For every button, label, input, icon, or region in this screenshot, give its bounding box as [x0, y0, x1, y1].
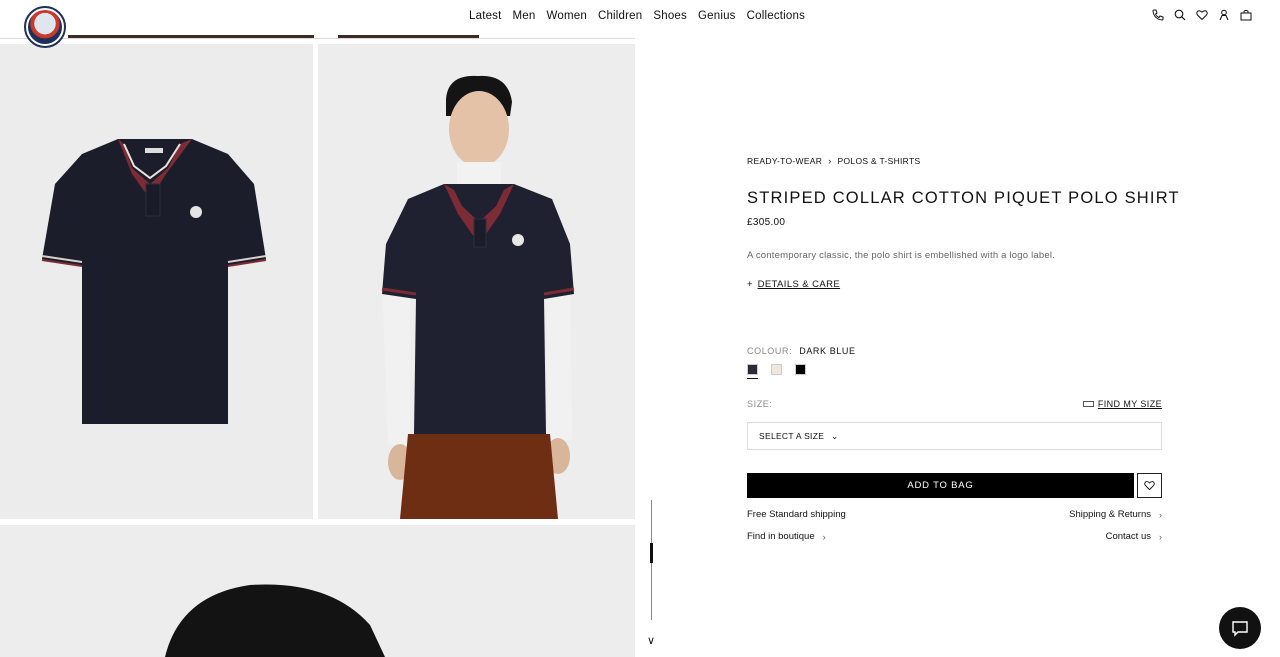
heart-icon[interactable]	[1196, 9, 1208, 21]
gallery-thumbstrip	[0, 33, 635, 39]
nav-women[interactable]: Women	[547, 10, 587, 22]
shipping-returns-label: Shipping & Returns	[1069, 509, 1151, 520]
size-row: SIZE: FIND MY SIZE	[747, 399, 1162, 409]
breadcrumb-ready-to-wear[interactable]: READY-TO-WEAR	[747, 156, 822, 166]
colour-label: COLOUR:	[747, 346, 793, 356]
size-select-label: SELECT A SIZE	[759, 431, 825, 441]
plus-icon: +	[747, 279, 753, 290]
product-description: A contemporary classic, the polo shirt i…	[747, 250, 1055, 261]
product-title: STRIPED COLLAR COTTON PIQUET POLO SHIRT	[747, 189, 1180, 207]
main-nav: Latest Men Women Children Shoes Genius C…	[469, 10, 816, 22]
colour-swatches	[747, 364, 806, 379]
free-shipping-text: Free Standard shipping	[747, 509, 846, 520]
model-front-image[interactable]	[318, 44, 635, 519]
chevron-right-icon: ›	[1159, 509, 1162, 520]
scroll-down-icon[interactable]: ∨	[647, 634, 655, 647]
account-icon[interactable]	[1218, 9, 1230, 21]
search-icon[interactable]	[1174, 9, 1186, 21]
nav-genius[interactable]: Genius	[698, 10, 736, 22]
swatch-cream[interactable]	[771, 364, 782, 375]
nav-collections[interactable]: Collections	[747, 10, 805, 22]
nav-shoes[interactable]: Shoes	[653, 10, 687, 22]
chevron-right-icon: ›	[1159, 531, 1162, 542]
breadcrumb: READY-TO-WEAR › POLOS & T-SHIRTS	[747, 156, 920, 166]
heart-icon	[1144, 481, 1155, 491]
ruler-icon	[1082, 401, 1094, 407]
service-row-1: Free Standard shipping Shipping & Return…	[747, 509, 1162, 520]
model-closeup-image[interactable]	[0, 525, 635, 657]
add-to-bag-button[interactable]: ADD TO BAG	[747, 473, 1134, 498]
find-boutique-link[interactable]: Find in boutique ›	[747, 531, 826, 542]
swatch-dark-blue[interactable]	[747, 364, 758, 379]
details-care-toggle[interactable]: + DETAILS & CARE	[747, 279, 840, 290]
brand-logo[interactable]	[24, 6, 66, 48]
find-my-size-link[interactable]: FIND MY SIZE	[1082, 399, 1162, 409]
nav-men[interactable]: Men	[513, 10, 536, 22]
chevron-right-icon: ›	[828, 156, 832, 166]
details-care-label: DETAILS & CARE	[757, 279, 841, 290]
service-row-2: Find in boutique › Contact us ›	[747, 531, 1162, 542]
chevron-down-icon: ⌄	[831, 430, 839, 441]
chat-button[interactable]	[1219, 607, 1261, 649]
header-icons	[1152, 9, 1252, 21]
nav-latest[interactable]: Latest	[469, 10, 502, 22]
phone-icon[interactable]	[1152, 9, 1164, 21]
size-select[interactable]: SELECT A SIZE ⌄	[747, 422, 1162, 450]
bag-icon[interactable]	[1240, 9, 1252, 21]
site-header: Latest Men Women Children Shoes Genius C…	[0, 0, 1280, 48]
chat-icon	[1232, 621, 1248, 637]
swatch-black[interactable]	[795, 364, 806, 375]
product-price: £305.00	[747, 217, 786, 228]
gallery-scroll-thumb[interactable]	[650, 543, 653, 563]
shipping-returns-link[interactable]: Shipping & Returns ›	[1069, 509, 1162, 520]
wishlist-button[interactable]	[1137, 473, 1162, 498]
find-my-size-label: FIND MY SIZE	[1097, 399, 1162, 409]
contact-link[interactable]: Contact us ›	[1106, 531, 1162, 542]
size-label: SIZE:	[747, 399, 773, 409]
chevron-right-icon: ›	[822, 531, 826, 542]
polo-flat-image[interactable]	[0, 44, 313, 519]
breadcrumb-polos[interactable]: POLOS & T-SHIRTS	[838, 156, 921, 166]
colour-value: DARK BLUE	[799, 346, 856, 356]
find-boutique-label: Find in boutique	[747, 531, 815, 542]
bag-row: ADD TO BAG	[747, 473, 1162, 498]
nav-children[interactable]: Children	[598, 10, 642, 22]
contact-label: Contact us	[1105, 531, 1151, 542]
colour-row: COLOUR: DARK BLUE	[747, 346, 856, 356]
